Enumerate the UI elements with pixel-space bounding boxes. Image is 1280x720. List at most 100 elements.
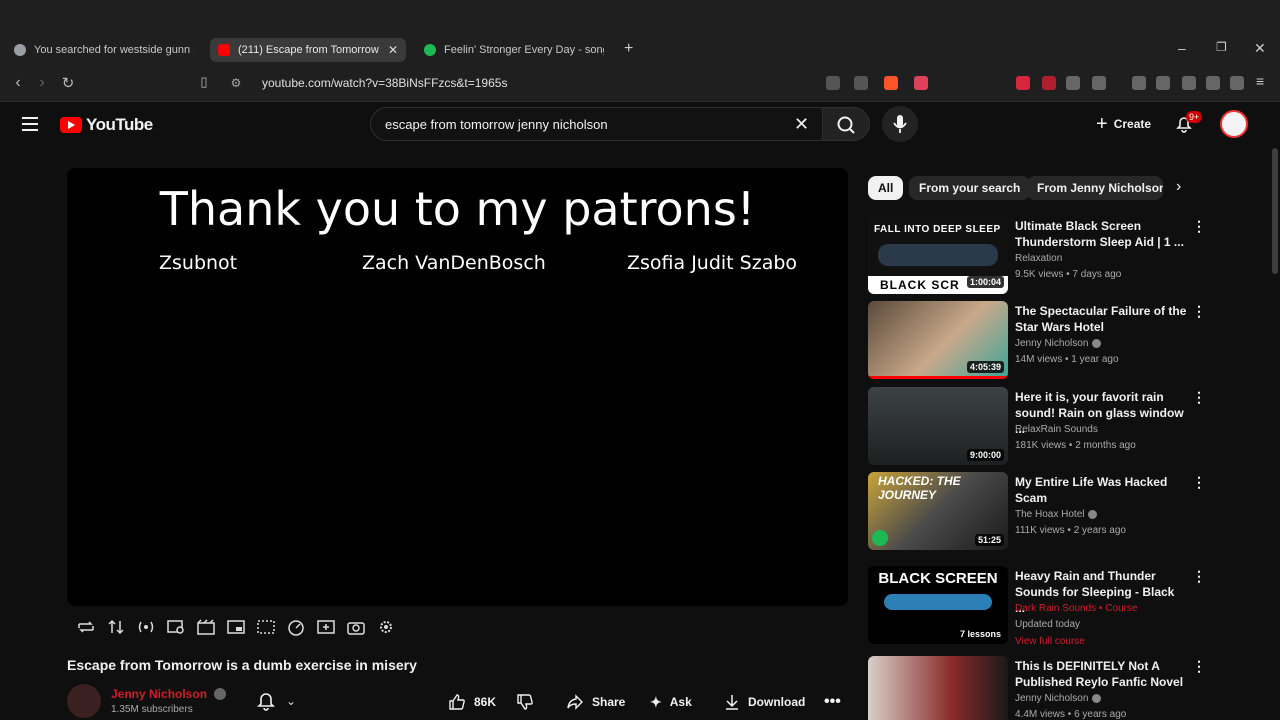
sort-icon[interactable]: [106, 618, 126, 636]
youtube-favicon-icon: [218, 44, 230, 56]
browser-menu-icon[interactable]: ≡: [1256, 73, 1270, 89]
screenshot-region-icon[interactable]: [256, 618, 276, 636]
browser-tab[interactable]: You searched for westside gunn - Pa: [6, 38, 206, 62]
bookmark-icon[interactable]: ▯: [194, 74, 214, 90]
download-button[interactable]: Download: [724, 690, 805, 714]
video-player[interactable]: Thank you to my patrons! Zsubnot Zach Va…: [67, 168, 848, 606]
create-button[interactable]: + Create: [1084, 110, 1164, 138]
channel-avatar[interactable]: [67, 684, 101, 718]
lessons-badge: 7 lessons: [956, 628, 1004, 640]
close-window-button[interactable]: ✕: [1254, 40, 1266, 57]
video-thumbnail[interactable]: 9:00:00: [868, 387, 1008, 465]
recommendation-title[interactable]: My Entire Life Was Hacked Scam: [1015, 474, 1187, 506]
recommendation-channel-wrap[interactable]: The Hoax Hotel: [1015, 509, 1098, 520]
leo-ai-icon[interactable]: [1206, 76, 1220, 90]
recommendation-channel-wrap[interactable]: Dark Rain Sounds • Course: [1015, 603, 1137, 614]
recommendation-title[interactable]: Ultimate Black Screen Thunderstorm Sleep…: [1015, 218, 1187, 250]
adblock-icon[interactable]: [1042, 76, 1056, 90]
clear-search-icon[interactable]: ✕: [794, 114, 809, 135]
verified-badge-icon: [1092, 338, 1102, 348]
ask-button[interactable]: ✦ Ask: [650, 690, 692, 714]
picture-in-picture-icon[interactable]: [226, 618, 246, 636]
recommendation-item[interactable]: FALL INTO DEEP SLEEP BLACK SCR 1:00:04 U…: [868, 216, 1208, 296]
more-options-icon[interactable]: ⋮: [1192, 389, 1206, 406]
recommendation-title[interactable]: This Is DEFINITELY Not A Published Reylo…: [1015, 658, 1187, 690]
recommendation-channel[interactable]: Relaxation: [1015, 253, 1062, 264]
chip-all[interactable]: All: [868, 176, 904, 200]
close-tab-icon[interactable]: ✕: [388, 43, 398, 57]
speed-icon[interactable]: [286, 618, 306, 636]
reader-icon[interactable]: [1092, 76, 1106, 90]
loop-icon[interactable]: [76, 618, 96, 636]
view-full-course-link[interactable]: View full course: [1015, 636, 1085, 647]
chevron-right-icon[interactable]: ›: [1176, 178, 1181, 196]
recommendation-item[interactable]: This Is DEFINITELY Not A Published Reylo…: [868, 656, 1208, 720]
share-button[interactable]: Share: [566, 690, 625, 714]
recommendation-channel: The Hoax Hotel: [1015, 509, 1085, 520]
chip-from-your-search[interactable]: From your search: [909, 176, 1031, 200]
recommendation-item[interactable]: HACKED: THE JOURNEY 51:25 My Entire Life…: [868, 472, 1208, 552]
browser-tab[interactable]: Feelin' Stronger Every Day - song and: [416, 38, 616, 62]
more-options-icon[interactable]: ⋮: [1192, 218, 1206, 235]
add-clip-icon[interactable]: [316, 618, 336, 636]
recommendation-title[interactable]: The Spectacular Failure of the Star Wars…: [1015, 303, 1187, 335]
more-actions-button[interactable]: •••: [824, 690, 841, 714]
video-thumbnail[interactable]: HACKED: THE JOURNEY 51:25: [868, 472, 1008, 550]
dislike-button[interactable]: [516, 690, 542, 714]
channel-name[interactable]: Jenny Nicholson: [111, 687, 207, 701]
download-icon: [726, 695, 738, 710]
wallet-icon[interactable]: [1182, 76, 1196, 90]
cast-icon[interactable]: [826, 76, 840, 90]
reload-button[interactable]: ↻: [58, 74, 78, 92]
video-thumbnail[interactable]: FALL INTO DEEP SLEEP BLACK SCR 1:00:04: [868, 216, 1008, 294]
recommendation-item[interactable]: 4:05:39 The Spectacular Failure of the S…: [868, 301, 1208, 381]
browser-tab-active[interactable]: (211) Escape from Tomorrow is a ✕: [210, 38, 406, 62]
minimize-button[interactable]: –: [1178, 40, 1186, 56]
like-button[interactable]: 86K: [448, 690, 496, 714]
media-icon[interactable]: [1132, 76, 1146, 90]
recommendation-channel-wrap[interactable]: Jenny Nicholson: [1015, 338, 1102, 349]
video-thumbnail[interactable]: 4:05:39: [868, 301, 1008, 379]
search-input[interactable]: escape from tomorrow jenny nicholson: [370, 107, 822, 141]
subscribed-bell-icon[interactable]: [254, 690, 278, 712]
page-scrollbar[interactable]: [1272, 148, 1278, 274]
more-options-icon[interactable]: ⋮: [1192, 658, 1206, 675]
account-avatar[interactable]: [1220, 110, 1248, 138]
camera-icon[interactable]: [346, 618, 366, 636]
menu-icon[interactable]: [22, 117, 38, 131]
microphone-icon: [893, 115, 907, 133]
globe-icon: [14, 44, 26, 56]
youtube-logo[interactable]: YouTube: [60, 115, 153, 135]
back-button[interactable]: ‹: [8, 74, 28, 92]
recommendation-channel[interactable]: RelaxRain Sounds: [1015, 424, 1098, 435]
more-options-icon[interactable]: ⋮: [1192, 568, 1206, 585]
chevron-down-icon[interactable]: ⌄: [286, 694, 296, 708]
forward-button[interactable]: ›: [32, 74, 52, 92]
settings-gear-icon[interactable]: [376, 618, 396, 636]
recommendation-item[interactable]: BLACK SCREEN 7 lessons Heavy Rain and Th…: [868, 566, 1208, 650]
thumbnail-text: FALL INTO DEEP SLEEP: [874, 224, 1001, 235]
video-thumbnail[interactable]: [868, 656, 1008, 720]
new-tab-button[interactable]: +: [624, 40, 633, 58]
broadcast-icon[interactable]: [136, 618, 156, 636]
share-page-icon[interactable]: [854, 76, 868, 90]
maximize-button[interactable]: ❐: [1216, 40, 1227, 54]
sidebar-icon[interactable]: [1156, 76, 1170, 90]
voice-search-button[interactable]: [882, 106, 918, 142]
extension-icon[interactable]: [1016, 76, 1030, 90]
extensions-puzzle-icon[interactable]: [1066, 76, 1080, 90]
site-info-icon[interactable]: ⚙: [226, 76, 246, 90]
brave-shield-icon[interactable]: [884, 76, 898, 90]
view-icon[interactable]: [166, 618, 186, 636]
more-options-icon[interactable]: ⋮: [1192, 474, 1206, 491]
brave-rewards-icon[interactable]: [914, 76, 928, 90]
more-options-icon[interactable]: ⋮: [1192, 303, 1206, 320]
tab-title: Feelin' Stronger Every Day - song and: [444, 44, 604, 56]
clapper-icon[interactable]: [196, 618, 216, 636]
recommendation-item[interactable]: 9:00:00 Here it is, your favorit rain so…: [868, 387, 1208, 467]
chip-from-jenny-nicholson[interactable]: From Jenny Nicholson: [1027, 176, 1163, 200]
search-button[interactable]: [822, 107, 870, 141]
video-thumbnail[interactable]: BLACK SCREEN 7 lessons: [868, 566, 1008, 644]
vpn-icon[interactable]: [1230, 76, 1244, 90]
recommendation-channel-wrap[interactable]: Jenny Nicholson: [1015, 693, 1102, 704]
